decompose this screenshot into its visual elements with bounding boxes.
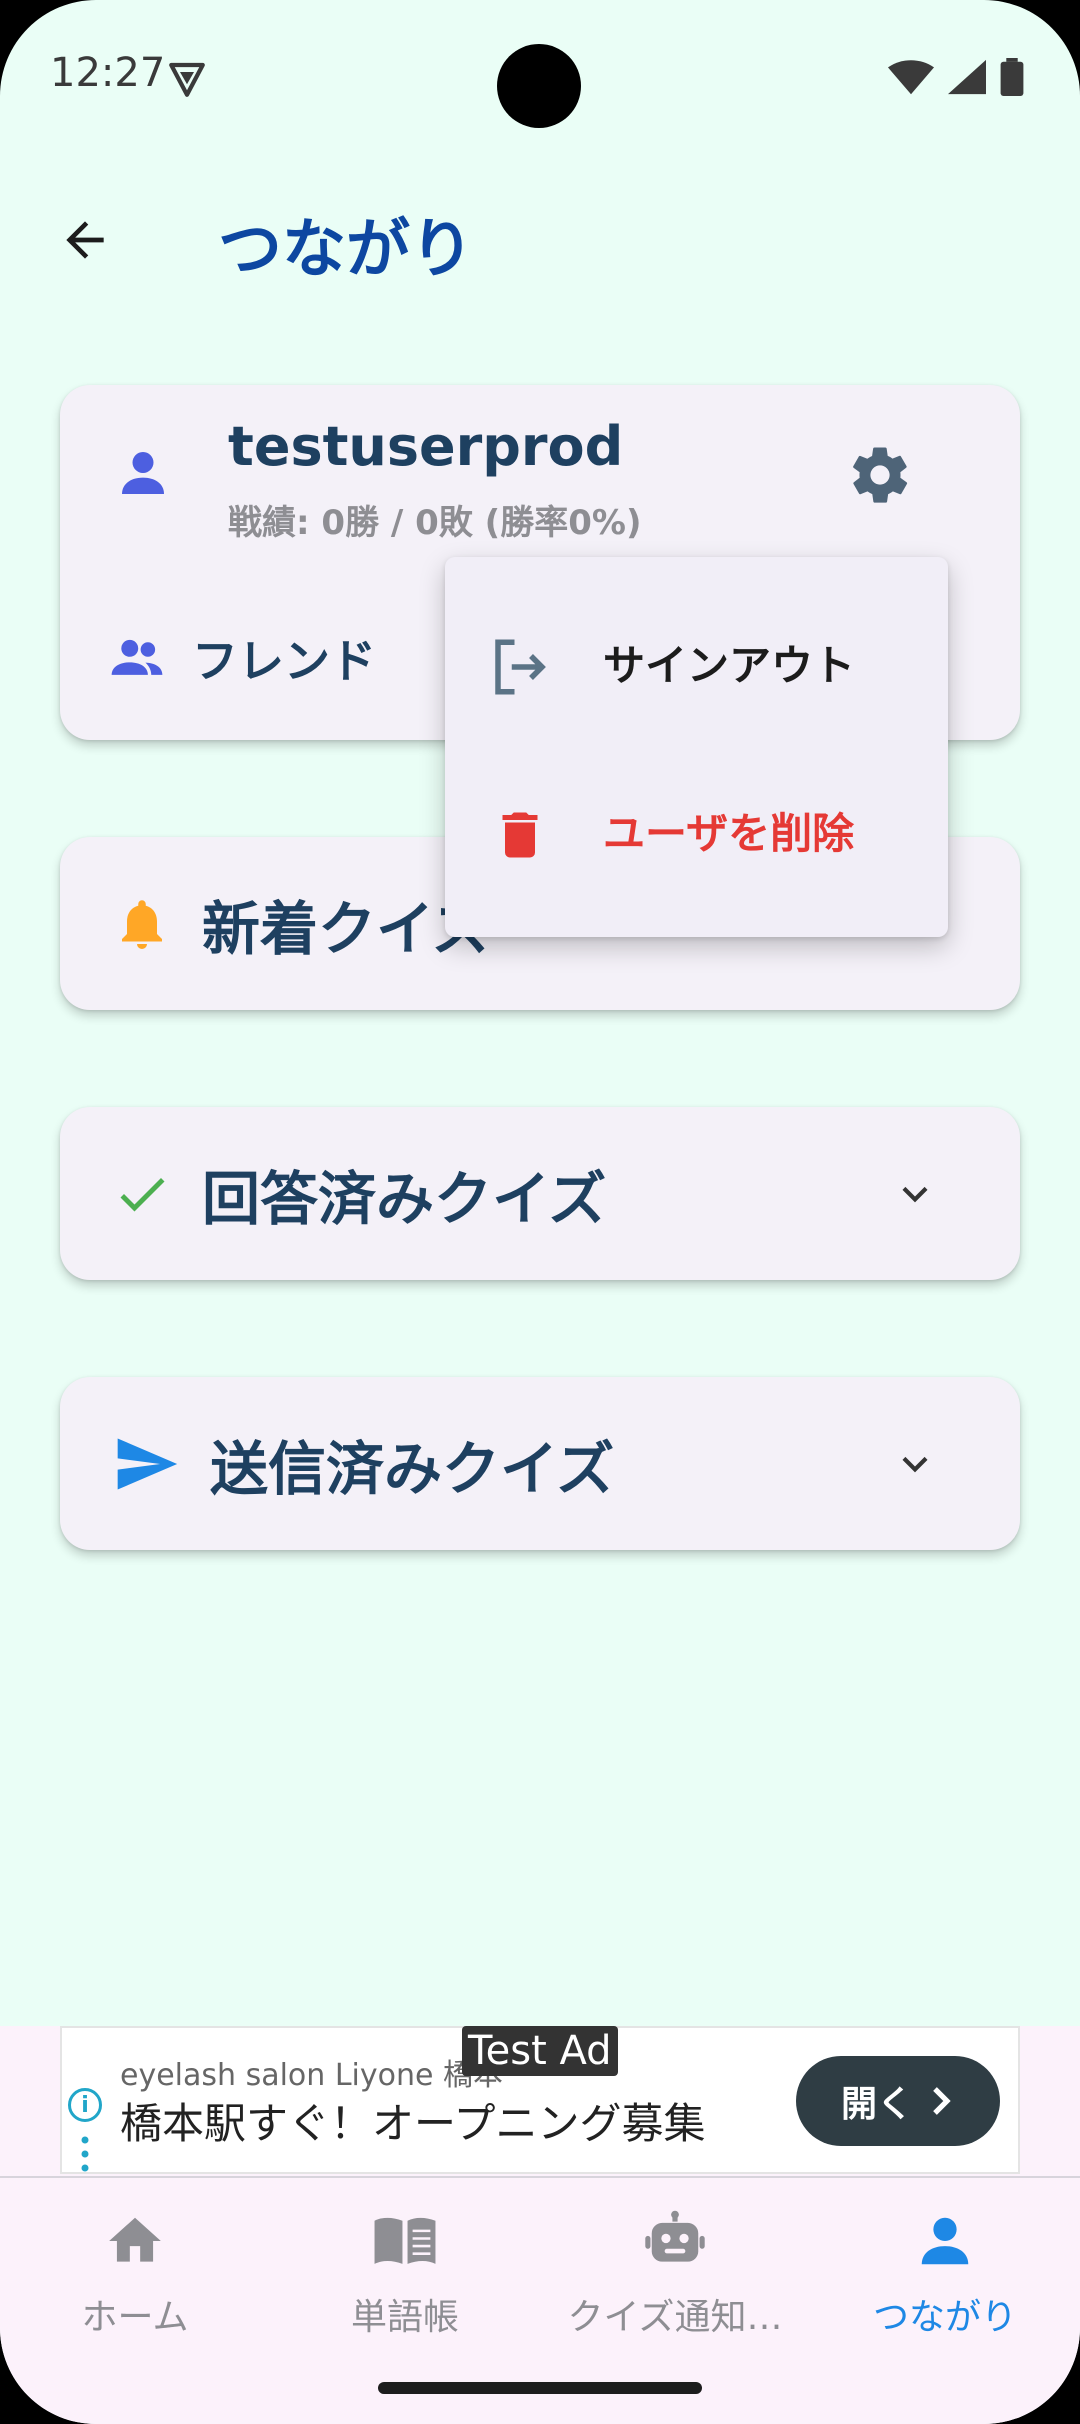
vpn-shield-icon <box>169 62 205 97</box>
nav-connections-label: つながり <box>872 2297 1017 2338</box>
sent-quiz-label: 送信済みクイズ <box>210 1434 615 1503</box>
ad-subtitle: eyelash salon Liyone 橋本 <box>120 2058 503 2093</box>
logout-icon <box>495 639 546 695</box>
ad-open-label: 開く <box>840 2084 913 2125</box>
ad-box[interactable]: i eyelash salon Liyone 橋本 橋本駅すぐ！オープニング募集… <box>60 2026 1020 2174</box>
ad-headline: 橋本駅すぐ！オープニング募集 <box>120 2099 706 2148</box>
info-icon[interactable]: i <box>68 2088 102 2122</box>
sent-quiz-section[interactable]: 送信済みクイズ <box>60 1377 1020 1550</box>
status-time: 12:27 <box>50 50 166 96</box>
more-vert-icon[interactable] <box>81 2136 89 2172</box>
signal-icon <box>948 59 986 95</box>
test-ad-label: Test Ad <box>462 2026 618 2076</box>
answered-quiz-section[interactable]: 回答済みクイズ <box>60 1107 1020 1280</box>
nav-wordbook[interactable]: 単語帳 <box>270 2208 540 2348</box>
back-button[interactable] <box>50 205 120 275</box>
chevron-down-icon[interactable] <box>890 1439 940 1489</box>
home-icon <box>109 2217 161 2262</box>
person-icon <box>122 452 164 494</box>
answered-quiz-label: 回答済みクイズ <box>202 1164 607 1233</box>
settings-button[interactable] <box>840 435 920 515</box>
book-icon <box>374 2217 436 2264</box>
chevron-down-icon[interactable] <box>890 1169 940 1219</box>
robot-icon <box>645 2210 705 2262</box>
check-icon <box>120 1177 165 1211</box>
page-title: つながり <box>218 213 474 287</box>
arrow-back-icon <box>66 221 104 259</box>
status-icons <box>888 58 1024 96</box>
chevron-right-icon <box>933 2087 951 2115</box>
settings-popup-menu: サインアウト ユーザを削除 <box>445 557 948 937</box>
username: testuserprod <box>228 415 624 478</box>
gear-icon <box>853 447 908 503</box>
wifi-icon <box>888 60 934 95</box>
camera-cutout <box>497 44 581 128</box>
nav-home-label: ホーム <box>81 2297 189 2338</box>
group-icon <box>111 639 163 675</box>
delete-user-menu-item[interactable]: ユーザを削除 <box>445 755 948 905</box>
nav-connections[interactable]: つながり <box>810 2208 1080 2348</box>
person-icon <box>921 2217 969 2265</box>
trash-icon <box>502 812 538 858</box>
bell-icon <box>122 899 162 949</box>
nav-wordbook-label: 単語帳 <box>350 2297 459 2338</box>
win-loss-record: 戦績: 0勝 / 0敗 (勝率0%) <box>228 503 642 543</box>
send-icon <box>117 1438 178 1489</box>
friends-label: フレンド <box>192 634 376 688</box>
home-indicator[interactable] <box>378 2382 702 2394</box>
delete-user-label: ユーザを削除 <box>603 808 855 858</box>
sign-out-menu-item[interactable]: サインアウト <box>445 587 948 737</box>
battery-icon <box>1000 58 1024 96</box>
friends-button[interactable]: フレンド <box>108 625 376 691</box>
ad-banner[interactable]: i eyelash salon Liyone 橋本 橋本駅すぐ！オープニング募集… <box>0 2026 1080 2176</box>
nav-home[interactable]: ホーム <box>0 2208 270 2348</box>
sign-out-label: サインアウト <box>603 640 856 690</box>
nav-quiz-notifications-label: クイズ通知… <box>567 2297 783 2338</box>
app-screen: 12:27 つながり testuserprod 戦績: 0勝 / 0敗 (勝率0… <box>0 0 1080 2424</box>
nav-quiz-notifications[interactable]: クイズ通知… <box>540 2208 810 2348</box>
ad-open-button[interactable]: 開く <box>796 2056 1000 2146</box>
